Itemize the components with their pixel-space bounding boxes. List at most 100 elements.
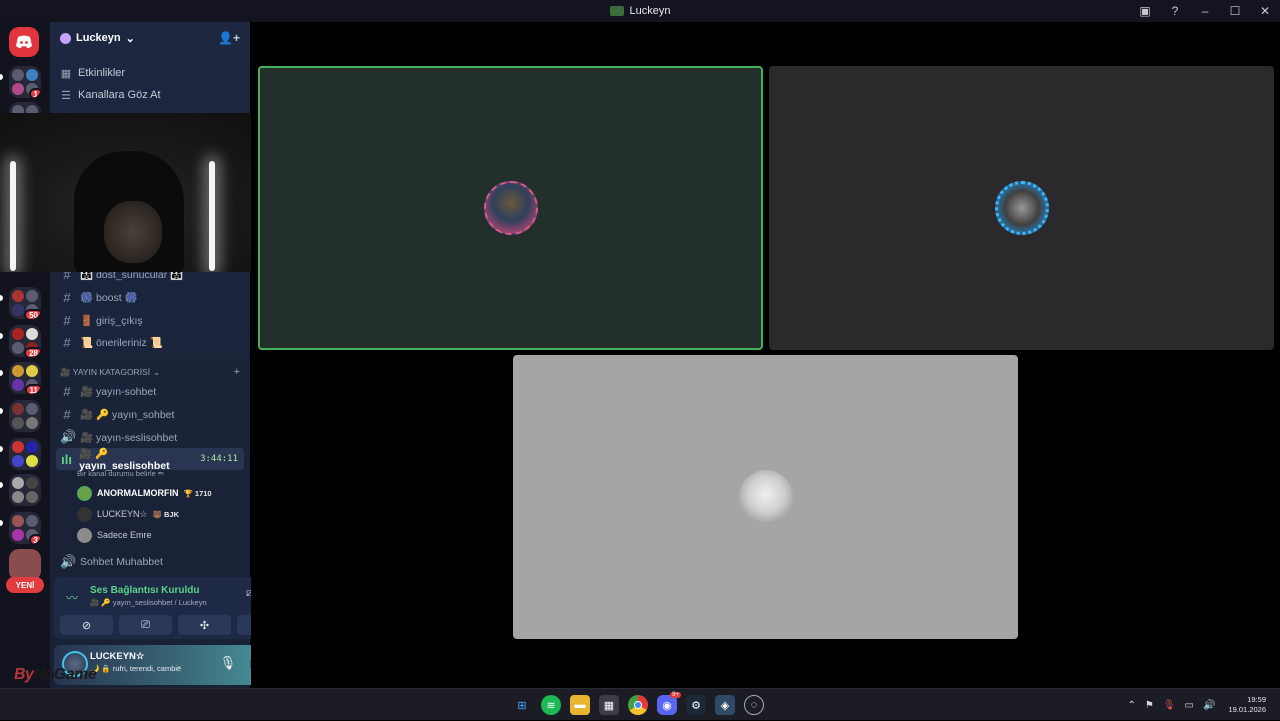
- hash-icon: #: [63, 383, 71, 399]
- minimize-button[interactable]: –: [1190, 0, 1220, 22]
- steam-tray-icon[interactable]: ⚑: [1145, 700, 1154, 711]
- screen-share-icon[interactable]: ▣: [1130, 0, 1160, 22]
- store-icon[interactable]: ▦: [599, 695, 619, 715]
- channel-onerileriniz[interactable]: # 📜 önerileriniz 📜: [56, 331, 244, 353]
- add-channel-icon[interactable]: +: [234, 366, 240, 378]
- hash-icon: #: [63, 312, 71, 328]
- volume-icon[interactable]: 🔊: [1203, 700, 1215, 711]
- channel-status-hint[interactable]: Bir kanal durumu belirle ✏: [77, 469, 164, 478]
- avatar: [77, 485, 92, 501]
- camera-off-button[interactable]: ⊘: [60, 615, 113, 635]
- window-titlebar: Luckeyn ▣ ? – ☐ ✕: [0, 0, 1280, 22]
- channel-label: 🎥 yayın-seslisohbet: [80, 431, 178, 444]
- microphone-icon[interactable]: 🎙: [220, 655, 237, 671]
- server-folder-5[interactable]: 11: [9, 362, 41, 394]
- watermark-brand: By: [14, 666, 34, 683]
- server-header[interactable]: Luckeyn ⌄ 👤+: [50, 22, 250, 54]
- channel-yayin-seslisohbet[interactable]: 🔊 🎥 yayın-seslisohbet: [56, 426, 244, 448]
- voice-user[interactable]: ANORMALMORFIN 🏆 1710: [77, 484, 212, 502]
- led-light: [10, 161, 16, 271]
- speaker-icon: 🔊: [60, 554, 77, 569]
- calendar-icon: ▦: [60, 67, 72, 80]
- mention-badge: 11: [24, 384, 41, 394]
- server-folder-3[interactable]: 50: [9, 287, 41, 319]
- discord-icon[interactable]: ◉ 9+: [657, 692, 681, 715]
- webcam-overlay: [0, 113, 281, 272]
- voice-user[interactable]: Sadece Emre: [77, 526, 152, 544]
- spotify-icon[interactable]: ≋: [541, 695, 561, 715]
- channel-label: 🚪 giriş_çıkış: [80, 314, 143, 327]
- channel-active-voice[interactable]: ılı 🎥 🔑 yayın_seslisohbet 3:44:11: [56, 447, 244, 472]
- microphone-icon[interactable]: 🎙: [1163, 700, 1176, 711]
- network-icon[interactable]: ▭: [1185, 700, 1194, 711]
- invite-people-icon[interactable]: 👤+: [218, 31, 240, 45]
- voice-user-tag: 🐻 BJK: [152, 509, 180, 519]
- discord-home-icon[interactable]: [9, 27, 39, 57]
- channel-yayin-sohbet-locked[interactable]: # 🎥 🔑 yayın_sohbet: [56, 403, 244, 425]
- category-yayin[interactable]: 🎥 YAYIN KATAGORİSİ ⌄ +: [60, 366, 240, 378]
- windows-start-icon[interactable]: ⊞: [512, 695, 532, 715]
- server-name: Luckeyn: [76, 32, 121, 44]
- channel-sohbet-muhabbet[interactable]: 🔊 Sohbet Muhabbet: [56, 551, 244, 573]
- server-folder-6[interactable]: [9, 400, 41, 432]
- steam-icon[interactable]: ⚙: [686, 695, 706, 715]
- close-button[interactable]: ✕: [1250, 0, 1280, 22]
- taskbar-apps: ⊞ ≋ ▬ ▦ ◉ 9+ ⚙ ◈ ◌: [512, 692, 764, 715]
- taskbar: ⊞ ≋ ▬ ▦ ◉ 9+ ⚙ ◈ ◌ ⌃ ⚑ 🎙 ▭ 🔊 19:59 19.01.…: [0, 688, 1280, 720]
- channel-label: 🎥 🔑 yayın_sohbet: [80, 408, 175, 421]
- channel-label: 🎥 🔑 yayın_seslisohbet: [79, 447, 170, 472]
- chrome-icon[interactable]: [628, 695, 648, 715]
- channel-giris-cikis[interactable]: # 🚪 giriş_çıkış: [56, 309, 244, 331]
- participant-tile[interactable]: [513, 355, 1018, 639]
- participant-tile[interactable]: [258, 66, 763, 350]
- clock-time: 19:59: [1247, 695, 1266, 704]
- mention-badge: 28: [24, 347, 41, 357]
- voice-status[interactable]: Ses Bağlantısı Kuruldu: [90, 585, 199, 596]
- discord-badge: 9+: [670, 692, 681, 698]
- server-folder-1[interactable]: 1: [9, 66, 41, 98]
- clock[interactable]: 19:59 19.01.2026: [1228, 695, 1266, 715]
- window-controls: ▣ ? – ☐ ✕: [1130, 0, 1280, 22]
- window-title: Luckeyn: [609, 5, 670, 17]
- voice-user-name: Sadece Emre: [97, 530, 152, 540]
- activities-button[interactable]: ✣: [178, 615, 231, 635]
- server-folder-7[interactable]: [9, 438, 41, 470]
- voice-timer: 3:44:11: [200, 454, 238, 464]
- mention-badge: 50: [24, 309, 41, 319]
- channel-label: Sohbet Muhabbet: [80, 556, 163, 568]
- server-folder-4[interactable]: 28: [9, 325, 41, 357]
- channel-yayin-sohbet[interactable]: # 🎥 yayın-sohbet: [56, 380, 244, 402]
- help-icon[interactable]: ?: [1160, 0, 1190, 22]
- recording-app-icon[interactable]: ◌: [744, 695, 764, 715]
- category-label: 🎥 YAYIN KATAGORİSİ: [60, 366, 151, 377]
- file-explorer-icon[interactable]: ▬: [570, 695, 590, 715]
- nav-browse-channels[interactable]: ☰ Kanallara Göz At: [50, 84, 250, 106]
- nav-events[interactable]: ▦ Etkinlikler: [50, 62, 250, 84]
- voice-channel-path[interactable]: 🎥 🔑 yayın_seslisohbet / Luckeyn: [90, 598, 207, 607]
- speaker-icon: 🔊: [60, 429, 77, 444]
- voice-stage: [251, 22, 1280, 688]
- hash-icon: #: [63, 289, 71, 305]
- chevron-up-icon[interactable]: ⌃: [1127, 700, 1135, 711]
- server-logo-icon: [609, 6, 624, 16]
- server-folder-8[interactable]: [9, 474, 41, 506]
- signal-icon: 〰: [66, 591, 79, 605]
- server-folder-9[interactable]: 3: [9, 512, 41, 544]
- unread-pip: [0, 295, 3, 301]
- network-app-icon[interactable]: ◈: [715, 695, 735, 715]
- share-screen-button[interactable]: ⎚: [119, 615, 172, 635]
- hash-icon: #: [63, 334, 71, 350]
- voice-user-tag: 🏆 1710: [183, 488, 212, 498]
- user-name[interactable]: LUCKEYN☆: [90, 651, 144, 662]
- maximize-button[interactable]: ☐: [1220, 0, 1250, 22]
- participant-tile[interactable]: [769, 66, 1274, 350]
- boost-gem-icon: [60, 32, 71, 44]
- browse-channels-icon: ☰: [61, 89, 71, 102]
- channel-label: 🎥 yayın-sohbet: [80, 385, 157, 398]
- channel-boost[interactable]: # 🎆 boost 🎆: [56, 286, 244, 308]
- unread-pip: [0, 333, 3, 339]
- voice-user[interactable]: LUCKEYN☆ 🐻 BJK: [77, 505, 179, 523]
- nav-events-label: Etkinlikler: [78, 67, 126, 79]
- avatar: [738, 470, 793, 524]
- nav-browse-label: Kanallara Göz At: [78, 89, 161, 101]
